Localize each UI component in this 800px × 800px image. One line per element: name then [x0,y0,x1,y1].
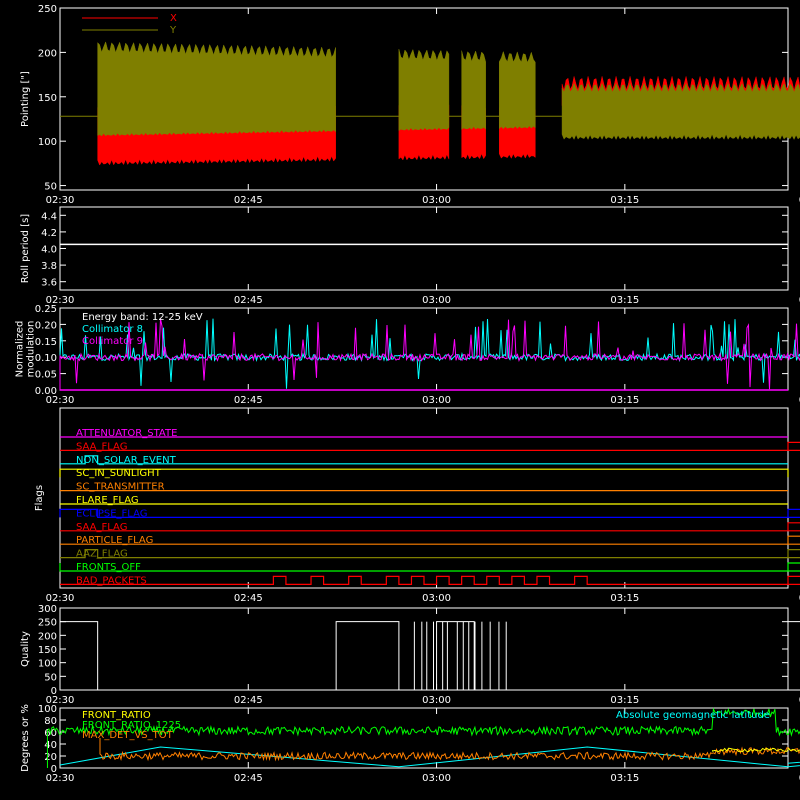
ratio-panel: 02040608010002:3002:4503:0003:1503:3003:… [20,704,800,784]
series-max-det-vs-tot [99,738,800,762]
quality-panel: 05010015020025030002:3002:4503:0003:1503… [20,604,800,706]
y-tick-label: 250 [38,618,57,629]
y-tick-label: 200 [38,48,57,59]
x-tick-label: 03:15 [610,295,639,306]
flag-trace [59,508,800,518]
y-tick-label: 0.20 [35,320,57,331]
roll-period-panel: 3.63.84.04.24.402:3002:4503:0003:1503:30… [20,206,800,306]
x-tick-label: 02:30 [46,195,75,206]
y-tick-label: 4.4 [41,211,57,222]
multi-panel-figure: 5010015020025002:3002:4503:0003:1503:300… [15,4,800,784]
legend-label: Collimator 8 [82,324,143,335]
x-tick-label: 02:45 [234,295,263,306]
x-tick-label: 03:00 [422,195,451,206]
legend-label: X [170,13,177,24]
roll-period-panel-frame [59,206,789,291]
x-tick-label: 03:15 [610,195,639,206]
y-axis-label: Roll period [s] [20,214,31,283]
quality-trace [59,621,800,691]
x-tick-label: 02:30 [46,773,75,784]
y-tick-label: 250 [38,4,57,15]
y-axis-label: Quality [20,631,31,667]
x-tick-label: 03:15 [610,395,639,406]
y-tick-label: 100 [38,137,57,148]
y-axis-label: Pointing ["] [20,71,31,127]
x-tick-label: 02:45 [234,195,263,206]
series-y-envelope [561,82,800,140]
flag-trace [60,522,800,532]
y-axis-label: Normalized [15,321,26,378]
pointing-panel: 5010015020025002:3002:4503:0003:1503:300… [20,4,800,206]
y-tick-label: 100 [38,704,57,715]
y-axis-label: modulation [26,321,37,378]
y-axis-label: Degrees or % [20,704,31,772]
legend-label: MAX_DET_VS_TOT [82,730,174,741]
x-tick-label: 03:00 [422,695,451,706]
y-tick-label: 0.10 [35,353,57,364]
legend-label: Absolute geomagnetic latitude [616,710,770,721]
y-tick-label: 0.05 [35,370,57,381]
y-tick-label: 150 [38,645,57,656]
flag-trace [60,441,800,451]
series-y-envelope [97,41,336,137]
flag-trace [59,562,800,572]
x-tick-label: 03:15 [610,593,639,604]
series-y-envelope [499,50,536,130]
x-tick-label: 03:15 [610,695,639,706]
flag-trace [59,468,789,478]
y-axis-label: Flags [34,485,45,511]
flag-trace [60,549,800,559]
y-tick-label: 20 [44,752,57,763]
legend-label: Collimator 9 [82,336,143,347]
y-tick-label: 150 [38,93,57,104]
x-tick-label: 02:30 [46,593,75,604]
x-tick-label: 02:45 [234,593,263,604]
modulation-panel: 0.000.050.100.150.200.2502:30 02:45 03:00 0… [15,304,800,406]
series-y-envelope [461,50,486,130]
flag-trace [60,575,800,585]
x-tick-label: 03:00 [422,593,451,604]
y-tick-label: 3.6 [41,278,57,289]
y-tick-label: 40 [44,740,57,751]
x-tick-label: 02:45 [234,395,263,406]
y-tick-label: 100 [38,659,57,670]
flag-trace [60,535,800,545]
y-tick-label: 200 [38,631,57,642]
y-tick-label: 3.8 [41,261,57,272]
x-tick-label: 02:45 [234,695,263,706]
energy-band-annotation: Energy band: 12-25 keV [82,312,203,323]
y-tick-label: 50 [44,672,57,683]
x-tick-label: 02:30 [46,395,75,406]
legend-label: Y [169,25,177,36]
y-tick-label: 300 [38,604,57,615]
x-tick-label: 03:00 [422,395,451,406]
x-tick-label: 03:15 [610,773,639,784]
flags-panel: 02:3002:4503:0003:1503:3003:45FlagsATTEN… [34,407,800,604]
x-tick-label: 03:00 [422,295,451,306]
y-tick-label: 0.25 [35,304,57,315]
y-tick-label: 50 [44,182,57,193]
y-tick-label: 4.2 [41,228,57,239]
series-y-envelope [398,48,450,131]
x-tick-label: 02:45 [234,773,263,784]
y-tick-label: 4.0 [41,245,57,256]
series-collimator-8 [59,318,800,390]
quality-panel-frame [59,607,789,691]
x-tick-label: 03:00 [422,773,451,784]
y-tick-label: 80 [44,716,57,727]
y-tick-label: 0.15 [35,337,57,348]
flag-label: SC_IN_SUNLIGHT [76,468,162,479]
